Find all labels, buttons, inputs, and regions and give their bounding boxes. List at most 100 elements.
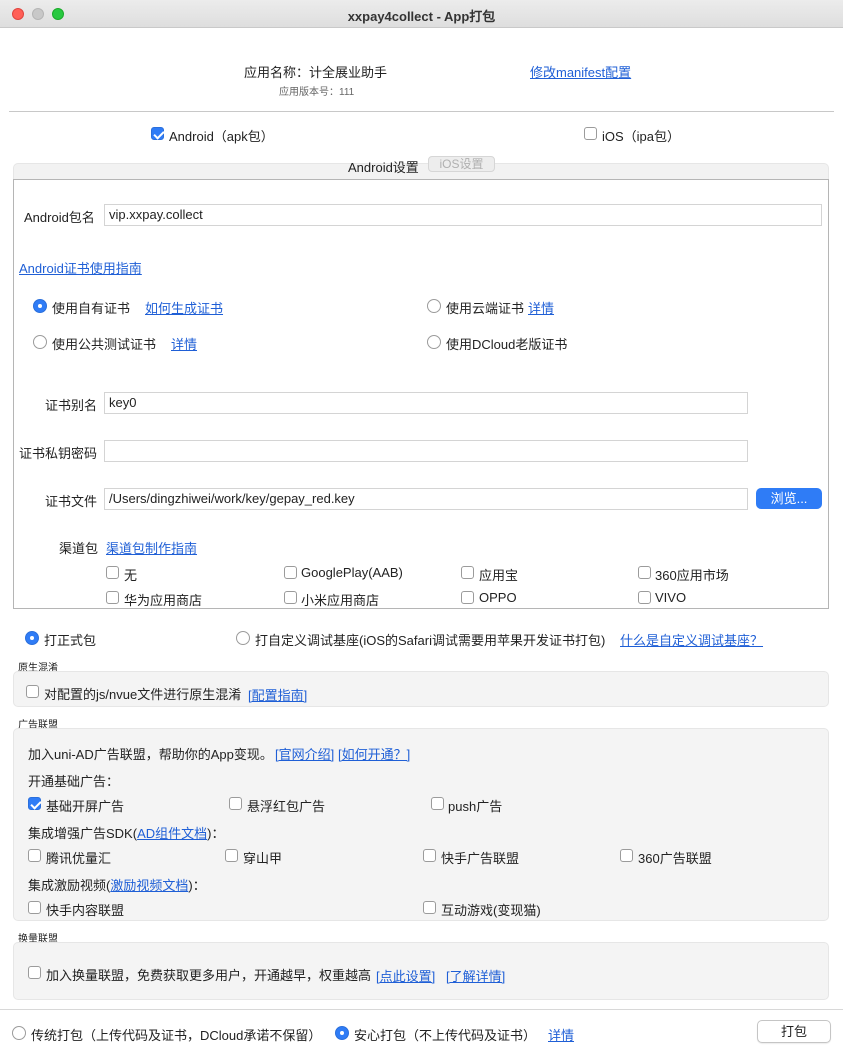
exchange-learn-more-link[interactable]: [了解详情] — [446, 966, 505, 985]
obfuscation-guide-link[interactable]: [配置指南] — [248, 685, 307, 704]
channel-checkbox-360[interactable] — [638, 566, 651, 579]
package-name-input[interactable]: vip.xxpay.collect — [104, 204, 822, 226]
ads-official-link[interactable]: [官网介绍] — [275, 744, 334, 763]
own-cert-radio[interactable] — [33, 299, 47, 313]
channel-checkbox-yingyongbao[interactable] — [461, 566, 474, 579]
ad-component-doc-link[interactable]: AD组件文档 — [137, 826, 207, 841]
ad-splash-checkbox[interactable] — [28, 797, 41, 810]
cert-alias-input[interactable]: key0 — [104, 392, 748, 414]
ad-kuaishou-content-label: 快手内容联盟 — [46, 903, 125, 918]
ad-pangle-checkbox[interactable] — [225, 849, 238, 862]
ad-push-label: push广告 — [448, 799, 503, 814]
ad-interactive-game-label: 互动游戏(变现猫) — [441, 903, 541, 918]
ad-tencent-label: 腾讯优量汇 — [46, 851, 112, 866]
safe-build-radio[interactable] — [335, 1026, 349, 1040]
ads-reward-title: 集成激励视频(激励视频文档)： — [28, 875, 206, 894]
ad-kuaishou-content-checkbox[interactable] — [28, 901, 41, 914]
channel-label-oppo: OPPO — [479, 590, 517, 605]
channel-checkbox-vivo[interactable] — [638, 591, 651, 604]
ios-platform-label: iOS（ipa包） — [602, 129, 681, 144]
ads-enhanced-title-suffix: )： — [207, 826, 225, 841]
exchange-label: 加入换量联盟，免费获取更多用户，开通越早，权重越高 — [46, 968, 372, 983]
ad-splash-label: 基础开屏广告 — [46, 799, 125, 814]
public-test-cert-label: 使用公共测试证书 — [52, 337, 157, 352]
public-test-cert-radio[interactable] — [33, 335, 47, 349]
app-version: 应用版本号：111 — [279, 87, 355, 98]
edit-manifest-link[interactable]: 修改manifest配置 — [530, 62, 631, 81]
header-divider — [9, 111, 834, 112]
app-name: 应用名称：计全展业助手 — [244, 65, 388, 80]
channel-checkbox-oppo[interactable] — [461, 591, 474, 604]
ad-interactive-game-checkbox[interactable] — [423, 901, 436, 914]
channel-label: 渠道包 — [59, 541, 99, 556]
channel-checkbox-huawei[interactable] — [106, 591, 119, 604]
title-bar: xxpay4collect - App打包 — [0, 0, 843, 28]
how-generate-cert-link[interactable]: 如何生成证书 — [145, 298, 223, 317]
window-title: xxpay4collect - App打包 — [347, 9, 496, 24]
channel-label-vivo: VIVO — [655, 590, 687, 605]
channel-checkbox-googleplay[interactable] — [284, 566, 297, 579]
tab-ios-settings[interactable]: iOS设置 — [428, 156, 495, 172]
dcloud-old-cert-label: 使用DCloud老版证书 — [446, 337, 568, 352]
tab-android-settings[interactable]: Android设置 — [348, 157, 419, 176]
channel-label-googleplay: GooglePlay(AAB) — [301, 565, 403, 580]
safe-build-label: 安心打包（不上传代码及证书） — [354, 1028, 537, 1043]
public-cert-detail-link[interactable]: 详情 — [171, 334, 197, 353]
channel-checkbox-xiaomi[interactable] — [284, 591, 297, 604]
ad-kuaishou-checkbox[interactable] — [423, 849, 436, 862]
build-button[interactable]: 打包 — [757, 1020, 831, 1043]
channel-label-yingyongbao: 应用宝 — [479, 568, 519, 583]
android-platform-label: Android（apk包） — [169, 129, 274, 144]
channel-guide-link[interactable]: 渠道包制作指南 — [106, 538, 197, 557]
channel-label-none: 无 — [124, 568, 138, 583]
cert-alias-label: 证书别名 — [45, 398, 98, 413]
obfuscation-checkbox[interactable] — [26, 685, 39, 698]
exchange-checkbox[interactable] — [28, 966, 41, 979]
reward-video-doc-link[interactable]: 激励视频文档 — [110, 878, 188, 893]
ad-pangle-label: 穿山甲 — [243, 851, 283, 866]
ads-basic-title: 开通基础广告： — [28, 774, 120, 789]
channel-label-xiaomi: 小米应用商店 — [301, 593, 380, 608]
channel-label-360: 360应用市场 — [655, 568, 729, 583]
ads-how-open-link[interactable]: [如何开通？] — [338, 744, 410, 763]
channel-checkbox-none[interactable] — [106, 566, 119, 579]
ad-tencent-checkbox[interactable] — [28, 849, 41, 862]
ads-intro: 加入uni-AD广告联盟，帮助你的App变现。 — [28, 747, 273, 762]
own-cert-label: 使用自有证书 — [52, 301, 131, 316]
footer-divider — [0, 1009, 843, 1010]
formal-build-label: 打正式包 — [44, 633, 97, 648]
ad-360-checkbox[interactable] — [620, 849, 633, 862]
cloud-cert-detail-link[interactable]: 详情 — [528, 298, 554, 317]
android-cert-guide-link[interactable]: Android证书使用指南 — [19, 258, 142, 277]
ad-redpacket-label: 悬浮红包广告 — [247, 799, 326, 814]
cert-password-label: 证书私钥密码 — [19, 446, 98, 461]
what-is-custom-debug-link[interactable]: 什么是自定义调试基座？ — [620, 630, 763, 649]
ios-platform-checkbox[interactable] — [584, 127, 597, 140]
cert-file-label: 证书文件 — [45, 494, 98, 509]
safe-build-detail-link[interactable]: 详情 — [548, 1025, 574, 1044]
exchange-settings-link[interactable]: [点此设置] — [376, 966, 435, 985]
cloud-cert-label: 使用云端证书 — [446, 301, 525, 316]
ads-enhanced-title: 集成增强广告SDK(AD组件文档)： — [28, 823, 224, 842]
traditional-build-radio[interactable] — [12, 1026, 26, 1040]
cloud-cert-radio[interactable] — [427, 299, 441, 313]
ad-360-label: 360广告联盟 — [638, 851, 712, 866]
obfuscation-label: 对配置的js/nvue文件进行原生混淆 — [44, 687, 242, 702]
cert-file-input[interactable]: /Users/dingzhiwei/work/key/gepay_red.key — [104, 488, 748, 510]
ad-push-checkbox[interactable] — [431, 797, 444, 810]
ads-enhanced-title-prefix: 集成增强广告SDK( — [28, 826, 138, 841]
ads-reward-title-prefix: 集成激励视频( — [28, 878, 111, 893]
channel-label-huawei: 华为应用商店 — [124, 593, 203, 608]
package-name-label: Android包名 — [24, 210, 95, 225]
cert-password-input[interactable] — [104, 440, 748, 462]
custom-debug-label: 打自定义调试基座(iOS的Safari调试需要用苹果开发证书打包) — [255, 633, 606, 648]
ad-redpacket-checkbox[interactable] — [229, 797, 242, 810]
ad-kuaishou-label: 快手广告联盟 — [441, 851, 520, 866]
android-platform-checkbox[interactable] — [151, 127, 164, 140]
ads-reward-title-suffix: )： — [188, 878, 206, 893]
formal-build-radio[interactable] — [25, 631, 39, 645]
dcloud-old-cert-radio[interactable] — [427, 335, 441, 349]
traditional-build-label: 传统打包（上传代码及证书，DCloud承诺不保留） — [31, 1028, 322, 1043]
custom-debug-radio[interactable] — [236, 631, 250, 645]
browse-button[interactable]: 浏览... — [756, 488, 822, 509]
